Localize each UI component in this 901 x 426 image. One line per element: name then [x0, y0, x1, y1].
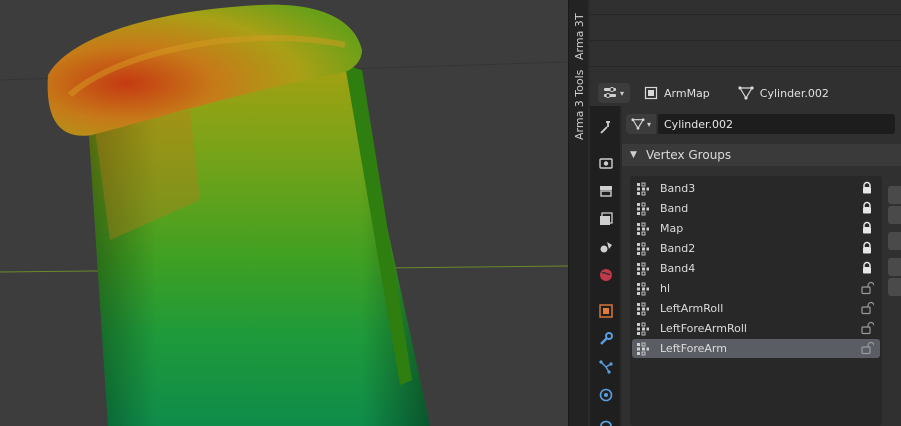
- object-icon[interactable]: [595, 300, 617, 322]
- properties-header: ▾ ArmMap Cylinder.002: [590, 80, 901, 106]
- properties-editor: ▾ ArmMap Cylinder.002 ▾ Cylinder.002 ▼ V…: [590, 80, 901, 426]
- tab-arma-3[interactable]: Arma 3: [569, 18, 589, 66]
- sidebar-tab-strip: T Arma 3 Arma 3 Tools: [568, 0, 588, 426]
- specials-menu-button[interactable]: [888, 232, 901, 250]
- lock-closed-icon[interactable]: [860, 221, 874, 235]
- vertex-group-icon: [637, 222, 649, 235]
- collapse-arrow-icon: ▼: [630, 150, 637, 160]
- vertex-group-name: Band2: [660, 242, 696, 255]
- list-item[interactable]: Band4: [632, 259, 880, 278]
- vertex-group-icon: [637, 322, 649, 335]
- lock-open-icon[interactable]: [860, 301, 874, 315]
- vertex-group-icon: [637, 262, 649, 275]
- list-item[interactable]: LeftForeArmRoll: [632, 319, 880, 338]
- vertex-group-icon: [637, 202, 649, 215]
- remove-vertex-group-button[interactable]: [888, 206, 901, 224]
- vertex-group-name: LeftForeArmRoll: [660, 322, 747, 335]
- output-icon[interactable]: [595, 180, 617, 202]
- particles-icon[interactable]: [595, 356, 617, 378]
- move-down-button[interactable]: [888, 278, 901, 296]
- move-up-button[interactable]: [888, 258, 901, 276]
- list-item[interactable]: LeftArmRoll: [632, 299, 880, 318]
- tab-arma-3-tools[interactable]: Arma 3 Tools: [569, 70, 589, 142]
- lock-open-icon[interactable]: [860, 281, 874, 295]
- mesh-name-field[interactable]: Cylinder.002: [658, 114, 895, 134]
- property-tabs: [590, 106, 620, 426]
- physics-icon[interactable]: [595, 384, 617, 406]
- lock-closed-icon[interactable]: [860, 201, 874, 215]
- vertex-groups-panel-header[interactable]: ▼ Vertex Groups: [622, 144, 901, 166]
- breadcrumb-object-name: ArmMap: [664, 86, 710, 100]
- upper-editor-area: [590, 0, 901, 80]
- world-icon[interactable]: [595, 264, 617, 286]
- render-icon[interactable]: [595, 152, 617, 174]
- vertex-group-name: hl: [660, 282, 671, 295]
- lock-closed-icon[interactable]: [860, 261, 874, 275]
- lock-open-icon[interactable]: [860, 341, 874, 355]
- object-data-icon: [644, 86, 658, 100]
- vertex-group-name: LeftArmRoll: [660, 302, 724, 315]
- mesh-data-icon: [738, 86, 754, 100]
- list-item[interactable]: hl: [632, 279, 880, 298]
- scene-icon[interactable]: [595, 236, 617, 258]
- view-layer-icon[interactable]: [595, 208, 617, 230]
- mesh-data-icon: [631, 118, 645, 130]
- vertex-group-name: Band3: [660, 182, 696, 195]
- list-item[interactable]: LeftForeArm: [632, 339, 880, 358]
- vertex-group-name: LeftForeArm: [660, 342, 727, 355]
- vertex-group-name: Band: [660, 202, 689, 215]
- properties-icon: [603, 87, 616, 98]
- vertex-group-icon: [637, 182, 649, 195]
- vertex-group-name: Map: [660, 222, 684, 235]
- tool-icon[interactable]: [595, 116, 617, 138]
- list-item[interactable]: Band: [632, 199, 880, 218]
- vertex-group-icon: [637, 302, 649, 315]
- modifier-wrench-icon[interactable]: [595, 328, 617, 350]
- lock-closed-icon[interactable]: [860, 241, 874, 255]
- 3d-viewport[interactable]: [0, 0, 568, 426]
- constraints-icon[interactable]: [595, 412, 617, 426]
- vertex-group-icon: [637, 342, 649, 355]
- add-vertex-group-button[interactable]: [888, 186, 901, 204]
- breadcrumb-mesh-name: Cylinder.002: [759, 86, 829, 100]
- vertex-group-name: Band4: [660, 262, 696, 275]
- chevron-down-icon: ▾: [646, 119, 651, 129]
- panel-title: Vertex Groups: [646, 148, 732, 162]
- list-item[interactable]: Band2: [632, 239, 880, 258]
- mesh-datablock-row: ▾ Cylinder.002: [626, 114, 901, 134]
- lock-closed-icon[interactable]: [860, 181, 874, 195]
- mesh-browse-button[interactable]: ▾: [626, 114, 656, 134]
- weight-paint-mesh: [0, 4, 568, 426]
- list-item[interactable]: Band3: [632, 179, 880, 198]
- editor-type-button[interactable]: ▾: [598, 83, 630, 103]
- vertex-group-icon: [637, 282, 649, 295]
- vertex-group-list: Band3 Band Map Band2 Band4 hl LeftArmRoll LeftF…: [630, 176, 882, 426]
- list-item[interactable]: Map: [632, 219, 880, 238]
- chevron-down-icon: ▾: [619, 88, 624, 98]
- vertex-group-icon: [637, 242, 649, 255]
- data-properties-panel: ▾ Cylinder.002 ▼ Vertex Groups Band3 Band…: [622, 106, 901, 426]
- lock-open-icon[interactable]: [860, 321, 874, 335]
- breadcrumb: ArmMap Cylinder.002: [644, 86, 829, 100]
